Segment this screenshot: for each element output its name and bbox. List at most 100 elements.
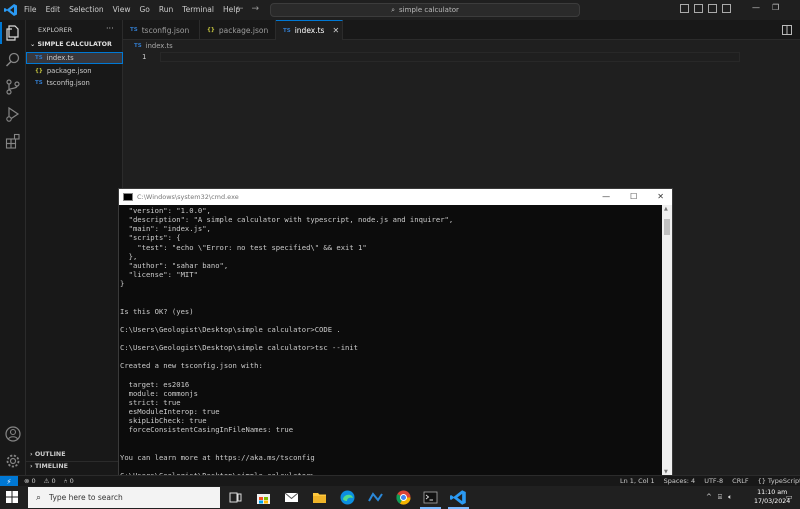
file-item-tsconfig-json[interactable]: TS tsconfig.json bbox=[26, 77, 123, 89]
maximize-icon[interactable]: ☐ bbox=[630, 192, 637, 201]
tab-index-ts[interactable]: TS index.ts ✕ bbox=[276, 20, 343, 40]
minimize-icon[interactable]: — bbox=[602, 192, 610, 201]
vscode-taskbar-icon[interactable] bbox=[450, 489, 467, 506]
notification-icon[interactable]: ▭ bbox=[786, 493, 793, 501]
scroll-up-icon[interactable]: ▲ bbox=[664, 206, 668, 212]
clock-date: 17/03/2024 bbox=[754, 498, 791, 505]
menu-file[interactable]: File bbox=[24, 5, 37, 14]
system-tray: ^ ⌸ 🔈︎ bbox=[706, 493, 732, 502]
menu-terminal[interactable]: Terminal bbox=[182, 5, 214, 14]
toggle-sidebar-icon[interactable] bbox=[680, 4, 689, 13]
indentation[interactable]: Spaces: 4 bbox=[664, 477, 696, 485]
problems-warnings[interactable]: ⚠ 0 bbox=[44, 477, 56, 485]
file-explorer-icon[interactable] bbox=[311, 489, 328, 506]
forward-arrow-icon[interactable]: → bbox=[252, 4, 260, 14]
file-name: package.json bbox=[46, 67, 92, 75]
line-ending[interactable]: CRLF bbox=[732, 477, 748, 485]
customize-layout-icon[interactable] bbox=[722, 4, 731, 13]
chevron-up-icon[interactable]: ^ bbox=[706, 493, 712, 502]
workspace-folder-name: SIMPLE CALCULATOR bbox=[37, 41, 112, 48]
back-arrow-icon[interactable]: ← bbox=[236, 4, 244, 14]
network-icon[interactable]: ⌸ bbox=[718, 493, 722, 502]
volume-icon[interactable]: 🔈︎ bbox=[728, 493, 732, 502]
extensions-icon[interactable] bbox=[4, 132, 22, 150]
edge-browser-icon[interactable] bbox=[339, 489, 356, 506]
status-right: Ln 1, Col 1 Spaces: 4 UTF-8 CRLF {} Type… bbox=[620, 477, 800, 485]
cmd-output-line bbox=[120, 435, 662, 444]
cmd-output[interactable]: "version": "1.0.0", "description": "A si… bbox=[119, 205, 662, 476]
cmd-window[interactable]: C:\Windows\system32\cmd.exe — ☐ ✕ "versi… bbox=[118, 188, 673, 477]
problems-errors[interactable]: ⊗ 0 bbox=[24, 477, 36, 485]
outline-section[interactable]: › OUTLINE bbox=[30, 451, 66, 458]
account-icon[interactable] bbox=[4, 425, 22, 443]
activity-bar bbox=[0, 20, 26, 475]
search-icon: ⌕ bbox=[36, 492, 42, 503]
timeline-section[interactable]: › TIMELINE bbox=[30, 463, 68, 470]
chrome-browser-icon[interactable] bbox=[395, 489, 412, 506]
cmd-output-line bbox=[120, 316, 662, 325]
cmd-output-line: skipLibCheck: true bbox=[120, 416, 207, 426]
workspace-folder-header[interactable]: ⌄ SIMPLE CALCULATOR bbox=[30, 41, 112, 48]
ports-count[interactable]: ⑃ 0 bbox=[64, 477, 74, 485]
clock-time: 11:10 am bbox=[757, 489, 788, 496]
microsoft-store-icon[interactable] bbox=[255, 489, 272, 506]
cmd-output-line: module: commonjs bbox=[120, 388, 198, 398]
command-center[interactable]: ⌕ simple calculator bbox=[270, 3, 580, 17]
source-control-icon[interactable] bbox=[4, 78, 22, 96]
cmd-scrollbar[interactable]: ▲ ▼ bbox=[662, 205, 672, 476]
cmd-title-bar[interactable]: C:\Windows\system32\cmd.exe — ☐ ✕ bbox=[119, 189, 672, 205]
active-indicator bbox=[0, 22, 2, 44]
current-line-highlight bbox=[160, 52, 740, 62]
taskbar-search-placeholder: Type here to search bbox=[49, 493, 123, 502]
cmd-output-line: }, bbox=[120, 251, 138, 261]
taskbar-search[interactable]: ⌕ Type here to search bbox=[28, 487, 220, 508]
windows-taskbar: ⌕ Type here to search ^ ⌸ 🔈︎ 11:10 am 17… bbox=[0, 486, 800, 509]
cmd-output-line: } bbox=[120, 279, 125, 289]
language-mode[interactable]: {} TypeScript bbox=[758, 477, 800, 485]
explorer-icon[interactable] bbox=[4, 24, 22, 42]
more-actions-icon[interactable]: ··· bbox=[106, 24, 114, 33]
file-item-package-json[interactable]: {} package.json bbox=[26, 65, 123, 77]
file-item-index-ts[interactable]: TS index.ts bbox=[26, 52, 123, 64]
menu-edit[interactable]: Edit bbox=[46, 5, 61, 14]
taskbar-clock[interactable]: 11:10 am 17/03/2024 bbox=[754, 488, 790, 506]
window-controls: — ❐ bbox=[752, 3, 779, 12]
title-bar: File Edit Selection View Go Run Terminal… bbox=[0, 0, 800, 20]
tab-tsconfig-json[interactable]: TS tsconfig.json bbox=[123, 20, 200, 40]
menu-go[interactable]: Go bbox=[139, 5, 149, 14]
search-icon: ⌕ bbox=[391, 5, 396, 14]
cmd-output-line bbox=[120, 371, 662, 380]
task-view-icon[interactable] bbox=[227, 489, 244, 506]
menu-run[interactable]: Run bbox=[159, 5, 173, 14]
menu-selection[interactable]: Selection bbox=[69, 5, 104, 14]
nav-arrows: ← → bbox=[236, 4, 259, 14]
typescript-file-icon: TS bbox=[35, 55, 43, 61]
close-icon[interactable]: ✕ bbox=[332, 26, 339, 35]
run-debug-icon[interactable] bbox=[4, 105, 22, 123]
mail-icon[interactable] bbox=[283, 489, 300, 506]
split-editor-icon[interactable] bbox=[782, 25, 792, 35]
minimize-icon[interactable]: — bbox=[752, 3, 760, 12]
cmd-output-line: C:\Users\Geologist\Desktop\simple calcul… bbox=[120, 324, 341, 334]
cmd-output-line: forceConsistentCasingInFileNames: true bbox=[120, 425, 294, 435]
settings-gear-icon[interactable] bbox=[4, 452, 22, 470]
menu-view[interactable]: View bbox=[113, 5, 131, 14]
tab-package-json[interactable]: {} package.json bbox=[200, 20, 276, 40]
toggle-panel-icon[interactable] bbox=[694, 4, 703, 13]
cmd-title: C:\Windows\system32\cmd.exe bbox=[137, 193, 239, 201]
encoding[interactable]: UTF-8 bbox=[704, 477, 723, 485]
command-prompt-icon[interactable] bbox=[422, 489, 439, 506]
visual-studio-icon[interactable] bbox=[367, 489, 384, 506]
tab-label: tsconfig.json bbox=[141, 25, 190, 35]
close-icon[interactable]: ✕ bbox=[657, 192, 664, 201]
search-icon[interactable] bbox=[4, 51, 22, 69]
toggle-secondary-sidebar-icon[interactable] bbox=[708, 4, 717, 13]
cmd-scroll-thumb[interactable] bbox=[664, 219, 670, 235]
cmd-output-line: strict: true bbox=[120, 397, 181, 407]
cmd-output-line bbox=[120, 462, 662, 471]
cmd-output-line bbox=[120, 288, 662, 297]
windows-start-icon[interactable] bbox=[6, 491, 18, 503]
breadcrumb[interactable]: TS index.ts bbox=[134, 42, 173, 50]
cursor-position[interactable]: Ln 1, Col 1 bbox=[620, 477, 655, 485]
restore-icon[interactable]: ❐ bbox=[772, 3, 779, 12]
